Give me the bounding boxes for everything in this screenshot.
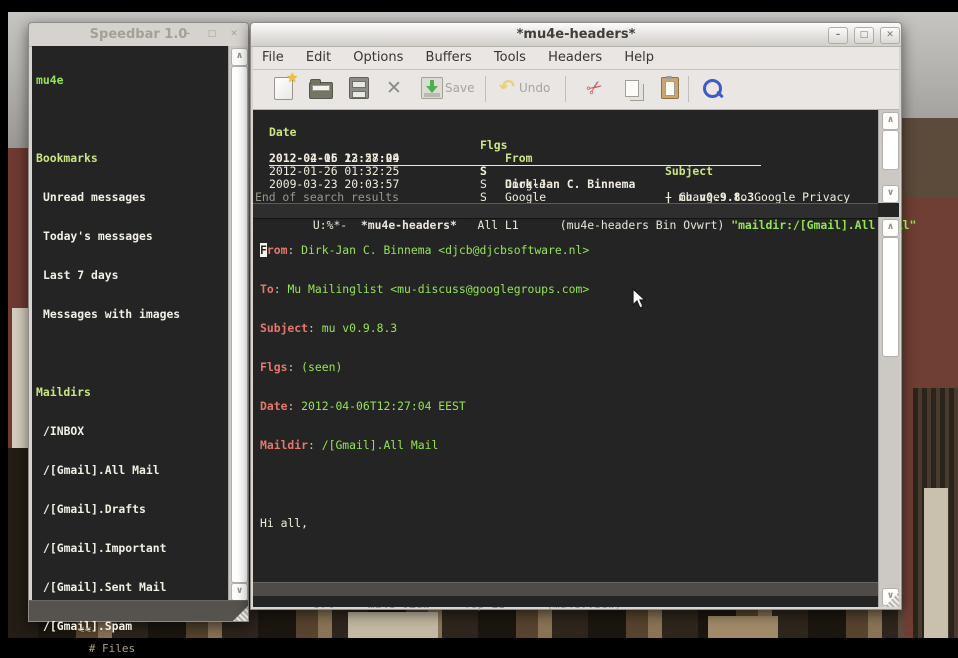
minimize-icon[interactable]: – bbox=[828, 27, 848, 44]
paste-button[interactable] bbox=[661, 77, 679, 99]
menu-options[interactable]: Options bbox=[353, 50, 403, 65]
body-line: Hi all, bbox=[260, 517, 878, 530]
speedbar-item-unread[interactable]: Unread messages bbox=[36, 191, 228, 204]
minimize-icon[interactable]: – bbox=[179, 27, 197, 42]
minibuffer[interactable] bbox=[253, 596, 878, 607]
copy-button[interactable] bbox=[625, 77, 639, 97]
menu-buffers[interactable]: Buffers bbox=[426, 50, 472, 65]
cell-flags: S bbox=[480, 191, 487, 203]
message-field-subject: Subjectmu v0.9.8.3 bbox=[260, 322, 878, 335]
speedbar-titlebar[interactable]: Speedbar 1.0 – □ ✕ bbox=[29, 23, 248, 47]
menu-tools[interactable]: Tools bbox=[494, 50, 526, 65]
modeline-view: U:%*- *mu4e-view* Top L1 (mu4e:view) bbox=[253, 582, 878, 597]
toolbar-separator bbox=[485, 76, 486, 102]
header-row[interactable]: 2012-01-26 01:32:25 S Google \ Changes t… bbox=[253, 152, 878, 165]
mu4e-titlebar[interactable]: *mu4e-headers* – □ ✕ bbox=[251, 23, 901, 47]
toolbar-separator bbox=[688, 76, 689, 102]
message-field-to: ToMu Mailinglist <mu-discuss@googlegroup… bbox=[260, 283, 878, 296]
speedbar-section-bookmarks: Bookmarks bbox=[36, 152, 228, 165]
mu4e-window: *mu4e-headers* – □ ✕ File Edit Options B… bbox=[250, 22, 902, 610]
speedbar-item-mu4e[interactable]: mu4e bbox=[36, 74, 228, 87]
speedbar-item-important[interactable]: /[Gmail].Important bbox=[36, 542, 228, 555]
cell-subject: + Changes to Google Privacy bbox=[665, 191, 850, 203]
headers-column-row: Date Flgs From Subject bbox=[253, 113, 878, 126]
message-field-flags: Flgs(seen) bbox=[260, 361, 878, 374]
open-file-button[interactable] bbox=[309, 77, 333, 99]
save-button[interactable] bbox=[421, 77, 443, 99]
search-icon bbox=[703, 79, 722, 98]
cell-from: Google bbox=[505, 191, 546, 203]
speedbar-item-inbox[interactable]: /INBOX bbox=[36, 425, 228, 438]
scrollbar-thumb[interactable] bbox=[882, 130, 899, 170]
header-row[interactable]: 2009-03-23 20:03:57 S Gmail Team | Gmail… bbox=[253, 165, 878, 178]
speedbar-scrollbar[interactable]: ∧ ∨ bbox=[228, 46, 248, 601]
search-button[interactable] bbox=[703, 77, 722, 98]
scrollbar-thumb[interactable] bbox=[231, 66, 248, 583]
header-row-selected[interactable]: 2012-04-06 12:27:04 S Dirk-Jan C. Binnem… bbox=[253, 126, 878, 139]
speedbar-item-allmail[interactable]: /[Gmail].All Mail bbox=[36, 464, 228, 477]
headers-pane: Date Flgs From Subject 2012-04-06 12:27:… bbox=[253, 110, 878, 203]
maximize-icon[interactable]: □ bbox=[854, 27, 874, 44]
toolbar-separator bbox=[565, 76, 566, 102]
message-field-maildir: Maildir/[Gmail].All Mail bbox=[260, 439, 878, 452]
headers-scrollbar[interactable]: ∧ ∨ bbox=[878, 110, 900, 203]
background-rooftop-light bbox=[348, 612, 438, 638]
end-of-results-text: End of search results bbox=[253, 178, 878, 191]
speedbar-content: mu4e Bookmarks Unread messages Today's m… bbox=[32, 46, 228, 601]
file-cabinet-icon bbox=[349, 77, 369, 99]
message-field-date: Date2012-04-06T12:27:04 EEST bbox=[260, 400, 878, 413]
message-scrollbar[interactable]: ∧ ∨ bbox=[878, 217, 900, 607]
speedbar-statusbar: << # Files 1 >> bbox=[29, 600, 248, 621]
speedbar-item-drafts[interactable]: /[Gmail].Drafts bbox=[36, 503, 228, 516]
speedbar-item-sentmail[interactable]: /[Gmail].Sent Mail bbox=[36, 581, 228, 594]
maximize-icon[interactable]: □ bbox=[203, 27, 221, 42]
resize-grip[interactable] bbox=[233, 606, 248, 621]
dired-button[interactable] bbox=[349, 77, 369, 99]
menu-edit[interactable]: Edit bbox=[306, 50, 331, 65]
close-buffer-button[interactable]: ✕ bbox=[386, 77, 402, 99]
close-icon[interactable]: ✕ bbox=[225, 27, 243, 42]
speedbar-item-images[interactable]: Messages with images bbox=[36, 308, 228, 321]
menu-headers[interactable]: Headers bbox=[548, 50, 602, 65]
header-row[interactable]: 2012-02-15 23:58:29 S Google + Changes t… bbox=[253, 139, 878, 152]
scrollbar-thumb[interactable] bbox=[882, 237, 899, 357]
menu-file[interactable]: File bbox=[262, 50, 284, 65]
undo-button[interactable]: ↶ bbox=[499, 77, 515, 97]
scroll-up-icon[interactable]: ∧ bbox=[882, 219, 899, 237]
cut-button[interactable]: ✂ bbox=[582, 74, 608, 101]
menubar: File Edit Options Buffers Tools Headers … bbox=[253, 47, 899, 70]
toolbar: ★ ✕ Save ↶ Undo ✂ bbox=[253, 70, 899, 110]
copy-icon bbox=[625, 80, 639, 97]
speedbar-item-last7days[interactable]: Last 7 days bbox=[36, 269, 228, 282]
speedbar-item-today[interactable]: Today's messages bbox=[36, 230, 228, 243]
message-field-from: FromDirk-Jan C. Binnema <djcb@djcbsoftwa… bbox=[260, 244, 878, 257]
mu4e-window-title: *mu4e-headers* bbox=[251, 27, 901, 42]
modeline-headers: U:%*- *mu4e-headers* All L1 (mu4e-header… bbox=[253, 203, 878, 219]
star-icon: ★ bbox=[286, 71, 298, 86]
scroll-down-icon[interactable]: ∨ bbox=[882, 185, 899, 203]
paste-icon bbox=[661, 77, 679, 99]
new-file-button[interactable]: ★ bbox=[274, 77, 293, 100]
body-line bbox=[260, 556, 878, 569]
scroll-up-icon[interactable]: ∧ bbox=[231, 48, 248, 66]
menu-help[interactable]: Help bbox=[624, 50, 654, 65]
message-view-pane: FromDirk-Jan C. Binnema <djcb@djcbsoftwa… bbox=[260, 218, 878, 582]
speedbar-prev-button[interactable]: << bbox=[78, 623, 91, 636]
emacs-frame-content: Date Flgs From Subject 2012-04-06 12:27:… bbox=[253, 110, 899, 607]
speedbar-section-maildirs: Maildirs bbox=[36, 386, 228, 399]
desktop: Speedbar 1.0 – □ ✕ mu4e Bookmarks Unread… bbox=[0, 0, 958, 658]
speedbar-window: Speedbar 1.0 – □ ✕ mu4e Bookmarks Unread… bbox=[28, 22, 249, 622]
speedbar-files-label: # Files bbox=[89, 642, 135, 655]
save-label: Save bbox=[445, 81, 474, 95]
scroll-up-icon[interactable]: ∧ bbox=[882, 112, 899, 130]
save-icon bbox=[421, 77, 443, 99]
undo-label: Undo bbox=[519, 81, 550, 95]
close-icon[interactable]: ✕ bbox=[880, 27, 900, 44]
background-rooftop-light bbox=[708, 616, 778, 638]
background-building bbox=[924, 488, 948, 638]
scroll-down-icon[interactable]: ∨ bbox=[231, 583, 248, 601]
open-folder-icon bbox=[309, 82, 333, 99]
